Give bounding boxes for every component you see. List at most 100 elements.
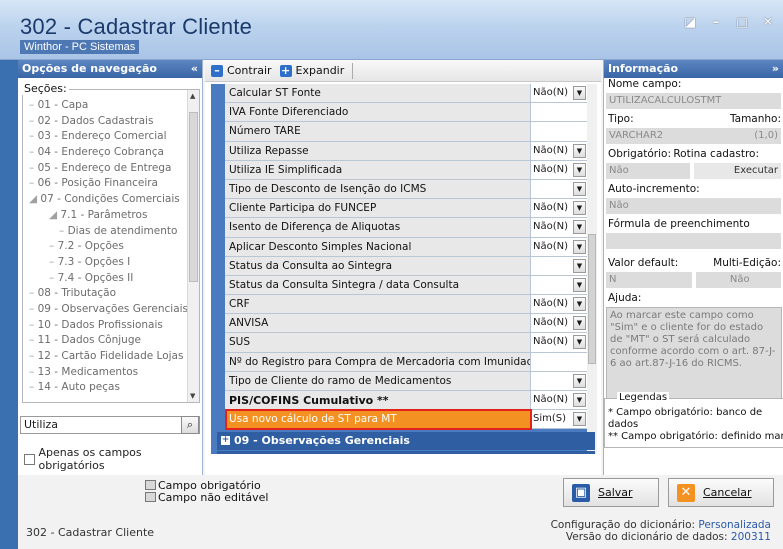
field-select[interactable]: Não(N) ▼ bbox=[531, 314, 587, 333]
expand-panel-icon[interactable]: » bbox=[772, 60, 779, 78]
field-select[interactable]: ▼ bbox=[531, 371, 587, 390]
tree-item[interactable]: – 06 - Posição Financeira bbox=[29, 176, 189, 192]
section-row[interactable]: +09 - Observações Gerenciais bbox=[217, 431, 595, 450]
field-select[interactable]: Não(N) ▼ bbox=[531, 84, 587, 103]
grid-scroll-thumb[interactable] bbox=[588, 234, 596, 364]
field-input[interactable] bbox=[531, 352, 587, 371]
close-icon[interactable]: ✕ bbox=[761, 16, 775, 30]
tree-connector: – bbox=[29, 381, 38, 394]
tree-item[interactable]: – 03 - Endereço Comercial bbox=[29, 129, 189, 145]
field-select[interactable]: Não(N) ▼ bbox=[531, 333, 587, 352]
toolbar-divider bbox=[352, 62, 354, 79]
required-swatch bbox=[145, 480, 156, 490]
field-select[interactable]: Sim(S) ▼ bbox=[531, 410, 587, 429]
collapse-button[interactable]: – Contrair bbox=[211, 64, 272, 77]
tree-item[interactable]: – 11 - Dados Cônjuge bbox=[29, 333, 189, 349]
tree-item[interactable]: – 12 - Cartão Fidelidade Lojas bbox=[29, 349, 189, 365]
dropdown-arrow-icon[interactable]: ▼ bbox=[573, 297, 586, 312]
field-label: Cliente Participa do FUNCEP bbox=[225, 199, 531, 218]
tree-item[interactable]: – Dias de atendimento bbox=[29, 224, 189, 240]
expand-label: Expandir bbox=[295, 64, 345, 77]
section-row[interactable]: +10 - Dados Profissionais bbox=[217, 450, 595, 454]
grid-scrollbar[interactable] bbox=[587, 84, 597, 454]
field-row: Nº do Registro para Compra de Mercadoria… bbox=[225, 352, 587, 372]
info-header: Informação » bbox=[604, 60, 783, 78]
expand-button[interactable]: + Expandir bbox=[279, 64, 345, 77]
navigation-title: Opções de navegação bbox=[22, 62, 157, 75]
field-row: ANVISA Não(N) ▼ bbox=[225, 314, 587, 334]
checkbox-box[interactable] bbox=[24, 453, 35, 465]
tree-item[interactable]: – 13 - Medicamentos bbox=[29, 365, 189, 381]
field-select[interactable]: ▼ bbox=[531, 179, 587, 199]
tree-item[interactable]: – 7.4 - Opções II bbox=[29, 271, 189, 287]
tree-item[interactable]: – 10 - Dados Profissionais bbox=[29, 318, 189, 334]
dropdown-arrow-icon[interactable]: ▼ bbox=[573, 143, 586, 158]
dropdown-arrow-icon[interactable]: ▼ bbox=[573, 316, 586, 331]
tree-item[interactable]: – 08 - Tributação bbox=[29, 286, 189, 302]
minimize-icon[interactable]: – bbox=[709, 16, 723, 30]
field-select[interactable]: Não(N) ▼ bbox=[531, 295, 587, 314]
tree-item-label: 12 - Cartão Fidelidade Lojas bbox=[37, 350, 184, 362]
field-select[interactable]: Não(N) ▼ bbox=[531, 199, 587, 218]
save-icon: ▣ bbox=[572, 483, 590, 502]
tree-item[interactable]: – 09 - Observações Gerenciais bbox=[29, 302, 189, 318]
field-input[interactable] bbox=[531, 103, 587, 122]
field-input[interactable] bbox=[531, 122, 587, 141]
field-select[interactable]: ▼ bbox=[531, 256, 587, 275]
field-select[interactable]: Não(N) ▼ bbox=[531, 218, 587, 237]
dropdown-arrow-icon[interactable]: ▼ bbox=[573, 335, 586, 350]
dropdown-arrow-icon[interactable]: ▼ bbox=[573, 239, 586, 254]
field-label: Aplicar Desconto Simples Nacional bbox=[225, 237, 531, 256]
field-label: Número TARE bbox=[225, 122, 531, 141]
required-routine-values: Não Executar bbox=[606, 161, 781, 183]
field-label: CRF bbox=[225, 295, 531, 314]
only-required-checkbox[interactable]: Apenas os campos obrigatórios bbox=[24, 446, 202, 472]
field-select[interactable]: Não(N) ▼ bbox=[531, 237, 587, 256]
routine-value[interactable]: Executar bbox=[694, 163, 781, 179]
tree-item-label: 7.3 - Opções I bbox=[57, 255, 131, 268]
field-select[interactable]: Não(N) ▼ bbox=[531, 160, 587, 179]
expand-section-icon[interactable]: + bbox=[221, 436, 230, 446]
field-row: Número TARE bbox=[225, 122, 587, 142]
tree-item[interactable]: ◢ 07 - Condições Comerciais bbox=[29, 192, 189, 208]
tree-item[interactable]: – 14 - Auto peças bbox=[29, 380, 189, 396]
tree-scrollbar[interactable]: ▲ ▼ bbox=[187, 90, 199, 402]
tree-item[interactable]: – 7.2 - Opções bbox=[29, 239, 189, 255]
field-select[interactable]: Não(N) ▼ bbox=[531, 141, 587, 160]
formula-label: Fórmula de preenchimento bbox=[608, 218, 750, 230]
collapse-panel-icon[interactable]: « bbox=[191, 60, 198, 78]
field-value: Não(N) bbox=[533, 394, 569, 405]
cancel-button[interactable]: ✕ Cancelar bbox=[668, 478, 774, 507]
dropdown-arrow-icon[interactable]: ▼ bbox=[573, 258, 586, 273]
dropdown-arrow-icon[interactable]: ▼ bbox=[573, 181, 586, 196]
dropdown-arrow-icon[interactable]: ▼ bbox=[573, 201, 586, 216]
dropdown-arrow-icon[interactable]: ▼ bbox=[573, 373, 586, 388]
window-controls: ◪ – □ ✕ bbox=[683, 16, 775, 30]
expand-arrow-icon[interactable]: ◢ bbox=[29, 193, 40, 205]
field-select[interactable]: Não(N) ▼ bbox=[531, 391, 587, 410]
dropdown-arrow-icon[interactable]: ▼ bbox=[573, 220, 586, 235]
tree-item[interactable]: – 04 - Endereço Cobrança bbox=[29, 145, 189, 161]
tree-item[interactable]: – 01 - Capa bbox=[29, 98, 189, 114]
dropdown-arrow-icon[interactable]: ▼ bbox=[573, 393, 586, 407]
tree-item[interactable]: – 02 - Dados Cadastrais bbox=[29, 114, 189, 130]
field-row: Utiliza Repasse Não(N) ▼ bbox=[225, 141, 587, 161]
maximize-icon[interactable]: □ bbox=[735, 16, 749, 30]
restore-icon[interactable]: ◪ bbox=[683, 16, 697, 30]
dropdown-arrow-icon[interactable]: ▼ bbox=[573, 412, 586, 427]
tree-item[interactable]: ◢ 7.1 - Parâmetros bbox=[29, 208, 189, 224]
search-input[interactable]: Utiliza bbox=[20, 416, 200, 434]
tree-item[interactable]: – 7.3 - Opções I bbox=[29, 255, 189, 271]
scroll-up-icon[interactable]: ▲ bbox=[190, 92, 195, 100]
dropdown-arrow-icon[interactable]: ▼ bbox=[573, 86, 586, 100]
tree-scroll-thumb[interactable] bbox=[189, 112, 198, 282]
search-icon[interactable]: ⌕ bbox=[181, 416, 199, 434]
dict-config-value[interactable]: Personalizada bbox=[698, 519, 771, 531]
dropdown-arrow-icon[interactable]: ▼ bbox=[573, 162, 586, 177]
expand-arrow-icon[interactable]: ◢ bbox=[49, 209, 60, 221]
field-select[interactable]: ▼ bbox=[531, 275, 587, 295]
scroll-down-icon[interactable]: ▼ bbox=[190, 392, 195, 400]
save-button[interactable]: ▣ Salvar bbox=[563, 478, 659, 507]
dropdown-arrow-icon[interactable]: ▼ bbox=[573, 277, 586, 292]
tree-item[interactable]: – 05 - Endereço de Entrega bbox=[29, 161, 189, 177]
